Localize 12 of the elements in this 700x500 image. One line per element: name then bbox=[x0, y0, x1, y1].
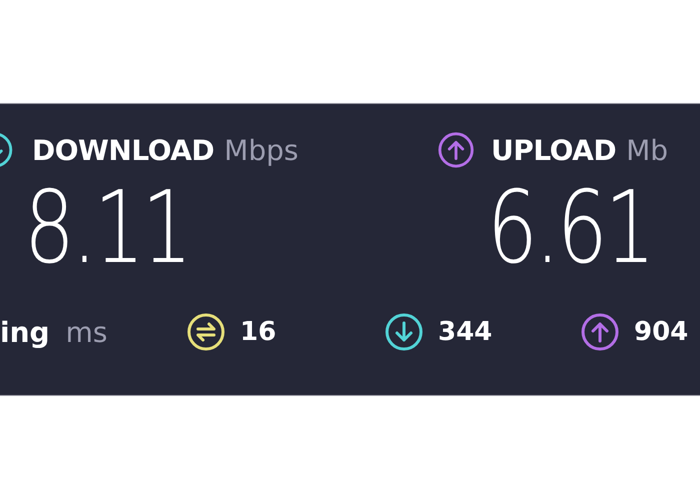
unit-label: Mbps bbox=[224, 134, 298, 166]
ping-label: ing bbox=[0, 316, 50, 348]
latency-value: 904 bbox=[634, 317, 688, 347]
latency-value: 344 bbox=[438, 317, 492, 347]
swap-arrows-icon bbox=[186, 312, 226, 352]
speed-value: 6.61 bbox=[487, 178, 652, 278]
metric-label: DOWNLOAD bbox=[32, 134, 214, 166]
speed-value: 8.11 bbox=[24, 178, 190, 278]
latency-value: 16 bbox=[240, 317, 276, 347]
unit-label: ms bbox=[66, 316, 108, 348]
metric-label: UPLOAD bbox=[491, 134, 616, 166]
unit-label: Mb bbox=[626, 134, 668, 166]
